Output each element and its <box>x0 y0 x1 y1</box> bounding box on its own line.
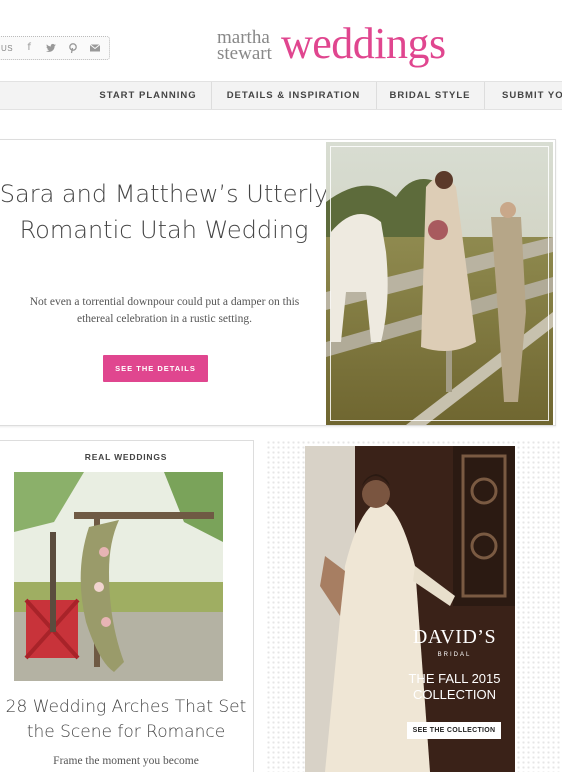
card-image[interactable] <box>14 472 223 681</box>
article-card[interactable]: REAL WEDDINGS 28 Wedding Arches That Set… <box>0 440 254 772</box>
follow-label: US <box>1 43 14 53</box>
pinterest-icon[interactable] <box>67 42 79 54</box>
hero-photo[interactable] <box>326 142 553 425</box>
hero-description: Not even a torrential downpour could put… <box>29 296 300 325</box>
site-header: US f martha stewart weddings <box>0 0 562 80</box>
twitter-icon[interactable] <box>45 42 57 54</box>
davids-bridal-ad[interactable]: DAVID’S BRIDAL THE FALL 2015 COLLECTION … <box>305 446 515 772</box>
social-follow-bar: US f <box>0 36 111 60</box>
ad-brand-sub: BRIDAL <box>437 652 472 658</box>
card-description: Frame the moment you become <box>53 755 199 767</box>
see-the-collection-button[interactable]: SEE THE COLLECTION <box>407 722 501 739</box>
card-category[interactable]: REAL WEDDINGS <box>0 452 253 462</box>
logo-wordmark: weddings <box>281 19 446 68</box>
facebook-icon[interactable]: f <box>23 42 35 54</box>
nav-item-bridal-style[interactable]: BRIDAL STYLE <box>376 82 483 109</box>
nav-item-start-planning[interactable]: START PLANNING <box>86 82 210 109</box>
hero-feature: Sara and Matthew’s Utterly Romantic Utah… <box>0 139 556 426</box>
ad-brand-name: DAVID’S <box>412 626 497 648</box>
main-navigation: START PLANNING DETAILS & INSPIRATION BRI… <box>0 81 562 110</box>
nav-item-submit-your-wedding[interactable]: SUBMIT YOU <box>484 82 562 109</box>
email-icon[interactable] <box>89 42 101 54</box>
logo-martha-stewart: martha stewart <box>217 27 272 64</box>
nav-item-details-inspiration[interactable]: DETAILS & INSPIRATION <box>211 82 375 109</box>
card-title[interactable]: 28 Wedding Arches That Set the Scene for… <box>0 695 253 745</box>
hero-title[interactable]: Sara and Matthew’s Utterly Romantic Utah… <box>0 176 329 248</box>
ad-collection-text: THE FALL 2015 COLLECTION <box>408 671 501 702</box>
site-logo[interactable]: martha stewart weddings <box>217 19 487 72</box>
see-the-details-button[interactable]: SEE THE DETAILS <box>103 355 208 382</box>
